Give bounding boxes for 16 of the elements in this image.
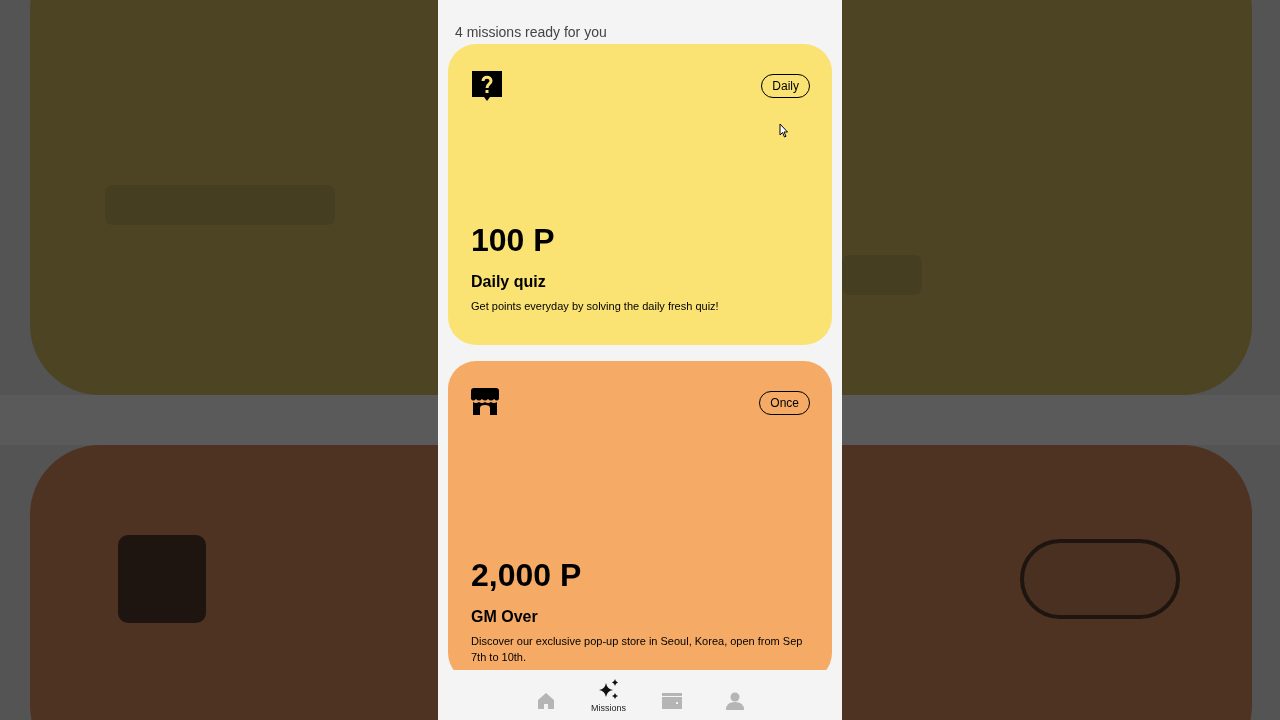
subtitle: 4 missions ready for you: [455, 24, 607, 40]
cursor-icon: [779, 123, 789, 138]
points-value: 100 P: [471, 222, 555, 258]
home-icon: [536, 692, 555, 710]
nav-tab[interactable]: Missions: [592, 678, 625, 716]
mission-card[interactable]: Daily 100 P Daily quiz Get points everyday by solving the daily fresh quiz!: [448, 44, 832, 345]
mission-title: GM Over: [471, 608, 538, 625]
person-icon: [725, 692, 744, 710]
mission-title: Daily quiz: [471, 273, 546, 290]
question-bubble-icon: [471, 70, 503, 102]
store-icon: [471, 387, 499, 415]
mission-description: Get points everyday by solving the daily fresh quiz!: [471, 299, 720, 314]
mission-card[interactable]: Once 2,000 P GM Over Discover our exclusive pop-up store in Seoul, Korea, open from Sep 7th to 10th.: [448, 361, 832, 670]
wallet-icon: [661, 693, 682, 709]
mission-description: Discover our exclusive pop-up store in Seoul, Korea, open from Sep 7th to 10th.: [471, 634, 804, 665]
points-value: 2,000 P: [471, 557, 582, 593]
